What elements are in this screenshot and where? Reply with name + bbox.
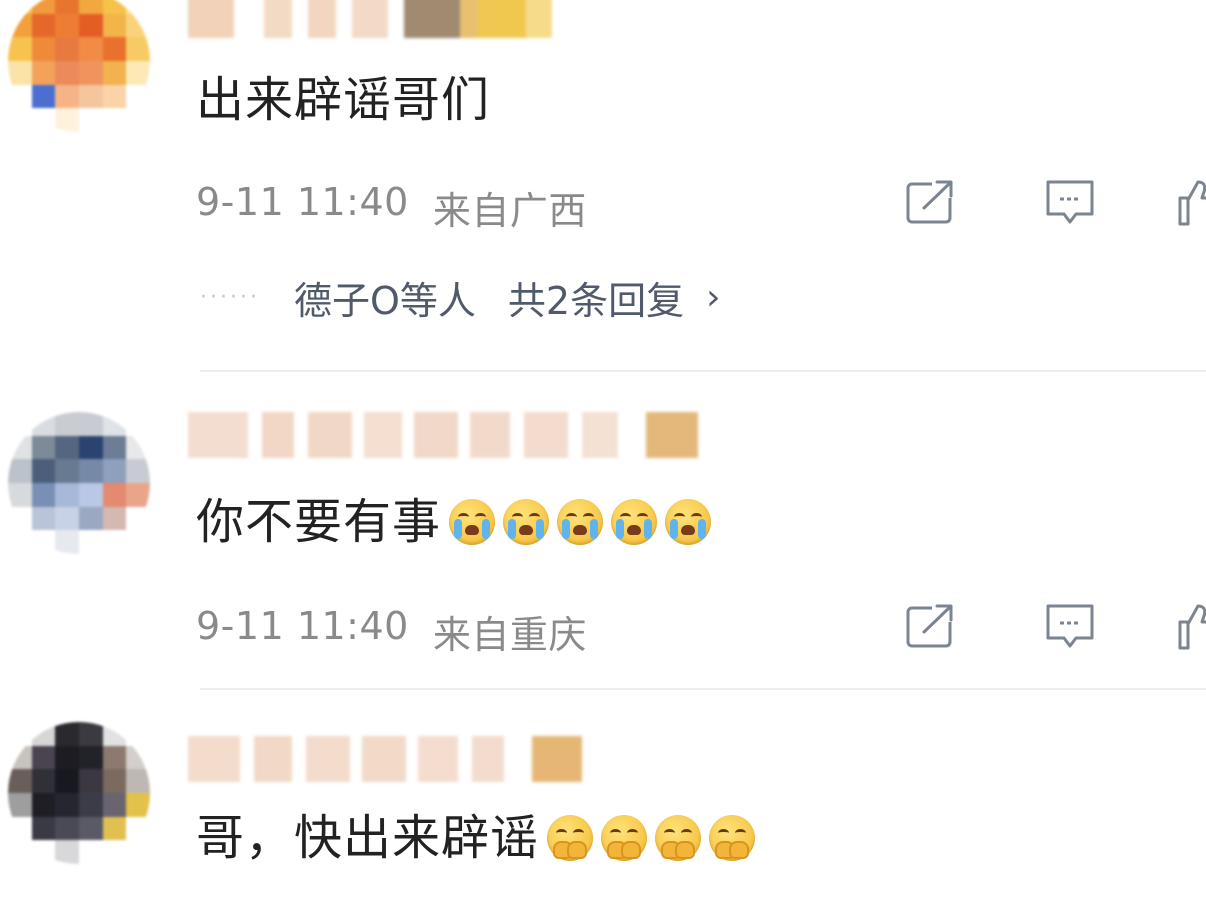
comment-text-content: 哥，快出来辟谣 bbox=[196, 810, 540, 866]
chevron-right-icon: › bbox=[706, 277, 721, 318]
cry-emoji-icon bbox=[449, 499, 496, 545]
reply-summary[interactable]: ······ 德子O等人 共2条回复 › bbox=[200, 270, 720, 325]
username-blurred[interactable] bbox=[188, 412, 698, 458]
comment-text: 出来辟谣哥们 bbox=[196, 72, 491, 128]
divider bbox=[200, 370, 1206, 372]
comment-text: 哥，快出来辟谣 bbox=[196, 808, 756, 868]
comment-actions bbox=[0, 602, 1206, 654]
avatar[interactable] bbox=[8, 722, 150, 864]
cry-emoji-icon bbox=[611, 499, 658, 545]
divider bbox=[200, 688, 1206, 690]
comment-icon[interactable] bbox=[1044, 178, 1096, 226]
comment-text: 你不要有事 bbox=[196, 492, 712, 552]
cry-emoji-icon bbox=[557, 499, 604, 545]
comment-text-content: 你不要有事 bbox=[196, 494, 442, 550]
pleading-emoji-icon bbox=[709, 815, 756, 861]
share-icon[interactable] bbox=[904, 602, 956, 650]
username-blurred[interactable] bbox=[188, 0, 552, 38]
dotted-line-icon: ······ bbox=[200, 285, 260, 310]
like-icon[interactable] bbox=[1176, 602, 1206, 650]
avatar[interactable] bbox=[8, 412, 150, 554]
cry-emoji-icon bbox=[665, 499, 712, 545]
pleading-emoji-icon bbox=[655, 815, 702, 861]
reply-users: 德子O等人 bbox=[293, 279, 476, 323]
reply-count: 共2条回复 bbox=[507, 279, 685, 323]
pleading-emoji-icon bbox=[547, 815, 594, 861]
comment-icon[interactable] bbox=[1044, 602, 1096, 650]
comment-actions bbox=[0, 178, 1206, 230]
avatar[interactable] bbox=[8, 0, 150, 132]
pleading-emoji-icon bbox=[601, 815, 648, 861]
cry-emoji-icon bbox=[503, 499, 550, 545]
username-blurred[interactable] bbox=[188, 736, 582, 782]
share-icon[interactable] bbox=[904, 178, 956, 226]
like-icon[interactable] bbox=[1176, 178, 1206, 226]
